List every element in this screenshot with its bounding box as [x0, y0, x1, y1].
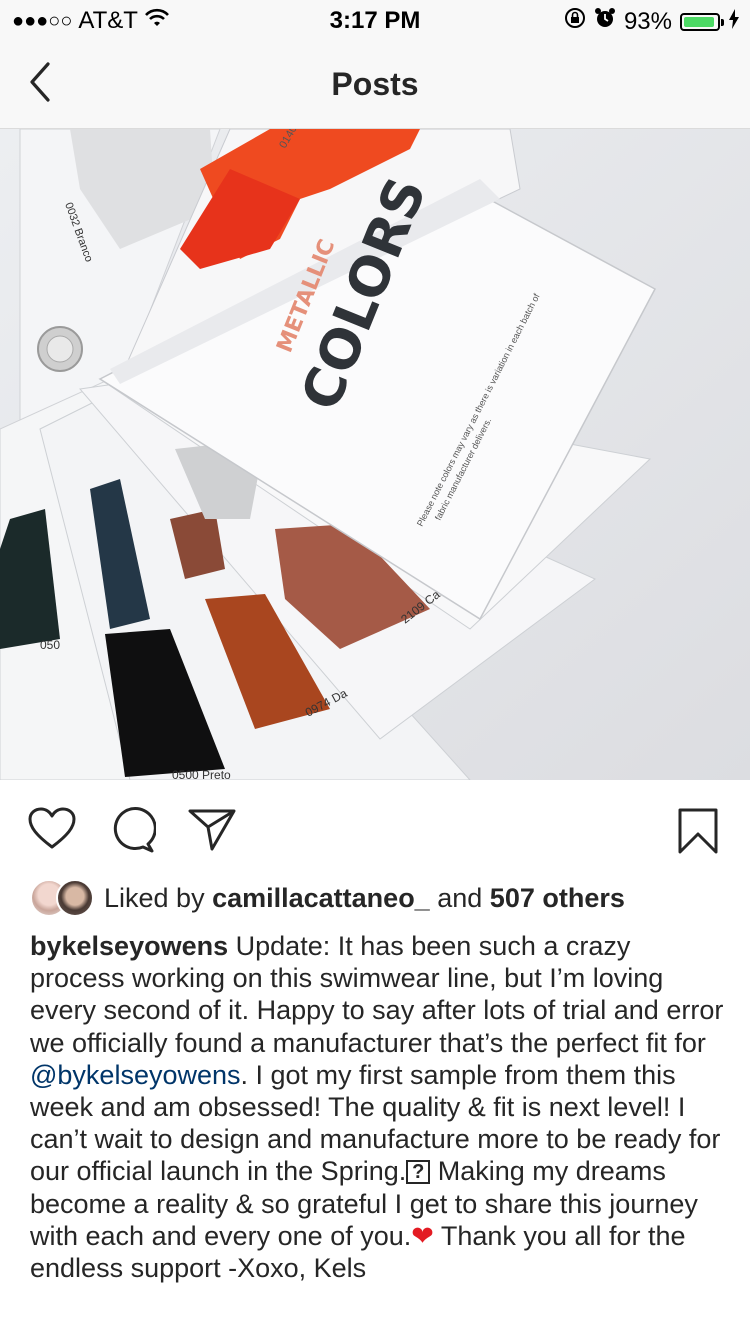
post-caption: bykelseyowens Update: It has been such a… [30, 930, 730, 1284]
battery-fill [684, 16, 714, 27]
share-button[interactable] [188, 807, 236, 858]
liked-by-prefix: Liked by [104, 882, 205, 913]
bookmark-icon [678, 808, 718, 854]
like-button[interactable] [28, 807, 76, 856]
caption-username[interactable]: bykelseyowens [30, 931, 228, 961]
rotation-lock-icon [564, 7, 586, 36]
likes-count[interactable]: 507 others [490, 883, 625, 914]
battery-icon [680, 12, 724, 31]
red-heart-emoji-icon: ❤ [411, 1220, 434, 1251]
label-050: 050 [40, 638, 60, 652]
paper-plane-icon [188, 809, 236, 851]
avatar [56, 879, 94, 917]
heart-icon [28, 807, 76, 849]
caption-mention[interactable]: @bykelseyowens [30, 1060, 241, 1090]
liked-by-and: and [437, 882, 483, 913]
page-title: Posts [331, 66, 419, 102]
alarm-icon [594, 7, 616, 36]
comment-icon [113, 807, 157, 853]
grommet-center [46, 335, 74, 363]
post-action-bar [0, 795, 750, 865]
nav-bar: Posts [0, 40, 750, 129]
label-0500: 0500 Preto [172, 768, 231, 780]
post-image[interactable]: 0032 Branco 0140 050 0500 Preto 0974 Da … [0, 129, 750, 780]
fabric-swatch-photo: 0032 Branco 0140 050 0500 Preto 0974 Da … [0, 129, 750, 780]
status-right: 93% [564, 7, 740, 36]
charging-icon [728, 8, 740, 36]
likes-summary[interactable]: Liked by camillacattaneo_ and 507 others [30, 876, 625, 920]
comment-button[interactable] [108, 807, 157, 858]
battery-percent: 93% [623, 7, 672, 35]
liker-avatars [30, 879, 94, 917]
status-bar: ●●●○○ AT&T 3:17 PM 93% [0, 0, 750, 40]
save-button[interactable] [676, 807, 720, 860]
liker-username[interactable]: camillacattaneo_ [212, 883, 430, 914]
missing-glyph-icon: ? [406, 1160, 431, 1185]
